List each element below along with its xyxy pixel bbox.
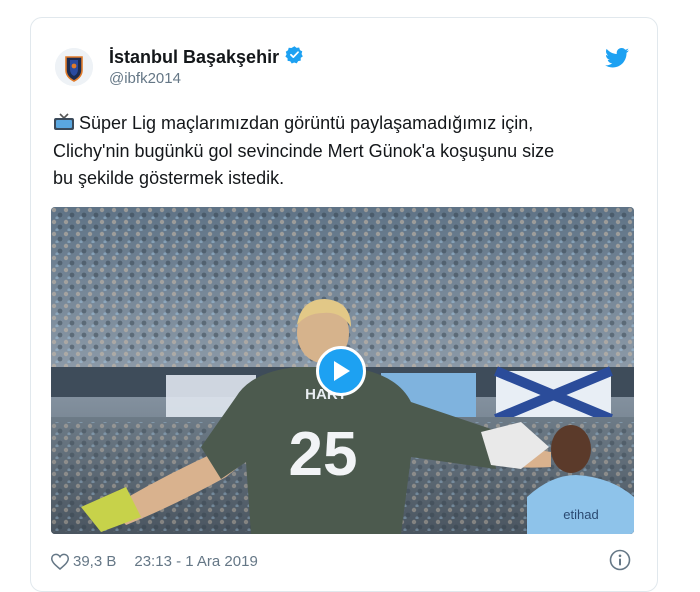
tweet-footer: 39,3 B 23:13 - 1 Ara 2019 (51, 549, 258, 573)
heart-icon (51, 553, 69, 570)
play-button[interactable] (316, 346, 366, 396)
tv-icon (53, 112, 75, 130)
club-crest-icon[interactable] (55, 48, 93, 86)
author-handle[interactable]: @ibfk2014 (109, 70, 181, 87)
twitter-bird-icon[interactable] (605, 48, 629, 68)
tweet-text-line-3: bu şekilde göstermek istedik. (53, 168, 285, 188)
sponsor-text: etihad (563, 507, 598, 522)
tweet-card: İstanbul Başakşehir @ibfk2014 Süper Lig … (30, 17, 658, 592)
like-button[interactable]: 39,3 B (51, 553, 116, 570)
tweet-text-line-2: Clichy'nin bugünkü gol sevincinde Mert G… (53, 140, 555, 161)
like-count: 39,3 B (73, 552, 117, 570)
author-row: İstanbul Başakşehir (109, 45, 304, 69)
verified-badge-icon (285, 45, 304, 69)
tweet-text: Süper Lig maçlarımızdan görüntü paylaşam… (53, 110, 643, 193)
tweet-text-line-1: Süper Lig maçlarımızdan görüntü paylaşam… (79, 113, 534, 133)
info-icon[interactable] (609, 549, 631, 571)
jersey-number: 25 (289, 420, 358, 489)
play-icon (334, 361, 350, 381)
timestamp[interactable]: 23:13 - 1 Ara 2019 (134, 553, 257, 570)
video-thumbnail[interactable]: HART 25 etihad (51, 207, 634, 534)
author-name[interactable]: İstanbul Başakşehir (109, 47, 279, 68)
